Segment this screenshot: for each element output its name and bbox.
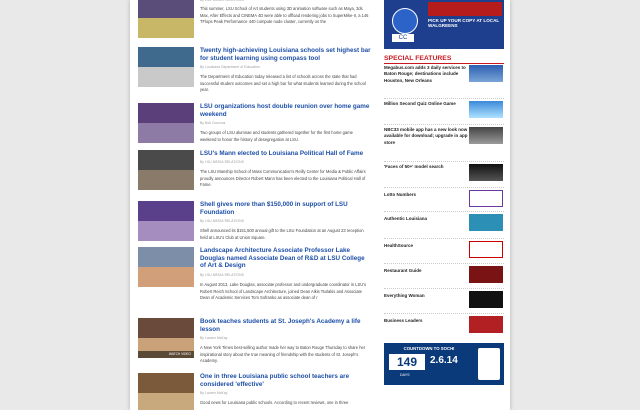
divider (384, 187, 504, 188)
article-thumbnail[interactable] (138, 150, 194, 190)
article-thumbnail[interactable]: WATCH VIDEO (138, 318, 194, 358)
lottery-logo-icon[interactable] (469, 190, 503, 207)
article-summary: The Department of Education today releas… (200, 74, 366, 93)
days-label: DAYS (400, 373, 410, 377)
countdown-date: 2.6.14 (430, 355, 458, 366)
article-byline: By Lauren McKay (200, 336, 228, 340)
special-feature-label[interactable]: 'Faces of 50+' model search (384, 164, 468, 170)
faces-thumbnail-icon[interactable] (469, 164, 503, 181)
quiz-thumbnail-icon[interactable] (469, 101, 503, 118)
ad-text: PICK UP YOUR COPY AT LOCAL WALGREENS (428, 18, 500, 29)
article-thumbnail[interactable] (138, 373, 194, 410)
countdown-title: COUNTDOWN TO SOCHI (403, 346, 455, 351)
special-feature-label[interactable]: Business Leaders (384, 318, 468, 324)
special-feature-label[interactable]: Everything Woman (384, 293, 468, 299)
megabus-thumbnail-icon[interactable] (469, 65, 503, 82)
article-byline: By LSU MEDIA RELATIONS (200, 219, 244, 223)
publication-logo (428, 2, 502, 16)
days-number: 149 (389, 354, 425, 370)
article-summary: Shell announced its $151,500 annual gift… (200, 228, 364, 240)
page: By LSU MEDIA RELATIONS This summer, LSU … (130, 0, 510, 410)
highway-sign-icon: CC (392, 34, 414, 42)
watch-video-label[interactable]: WATCH VIDEO (138, 351, 194, 358)
authentic-louisiana-logo-icon[interactable] (469, 214, 503, 231)
article-byline: By Bob Doorous (200, 121, 226, 125)
article-summary: Good news for Louisiana public schools. … (200, 400, 349, 405)
w-logo-icon[interactable] (469, 291, 503, 308)
divider (384, 313, 504, 314)
article-thumbnail[interactable] (138, 201, 194, 241)
article-byline: By LSU MEDIA RELATIONS (200, 0, 244, 2)
award-badge-icon (392, 8, 418, 34)
article-title[interactable]: Twenty high-achieving Louisiana schools … (200, 47, 372, 62)
article-summary: The LSU Manship School of Mass Communica… (200, 169, 366, 188)
special-feature-label[interactable]: Million Second Quiz Online Game (384, 101, 468, 107)
business-leaders-logo-icon[interactable] (469, 316, 503, 333)
article-summary: Two groups of LSU alumnae and students g… (200, 130, 353, 142)
special-feature-label[interactable]: Restaurant Guide (384, 268, 468, 274)
divider (384, 98, 504, 99)
menu-logo-icon[interactable] (469, 266, 503, 283)
article-title[interactable]: LSU organizations host double reunion ov… (200, 103, 372, 118)
divider (384, 211, 504, 212)
article-summary: A New York Times best-selling author mad… (200, 345, 366, 364)
article-title[interactable]: Landscape Architecture Associate Profess… (200, 247, 372, 270)
walgreens-ad[interactable]: CC PICK UP YOUR COPY AT LOCAL WALGREENS (384, 0, 504, 49)
article-thumbnail[interactable] (138, 247, 194, 287)
special-features-header: SPECIAL FEATURES (384, 55, 504, 64)
special-feature-label[interactable]: HealthSource (384, 243, 468, 249)
special-feature-label[interactable]: NBC33 mobile app has a new look now avai… (384, 127, 468, 146)
article-title[interactable]: Book teaches students at St. Joseph's Ac… (200, 318, 372, 333)
sochi-logo-icon (478, 348, 500, 380)
article-summary: This summer, LSU School of Art students … (200, 6, 369, 25)
healthsource-logo-icon[interactable] (469, 241, 503, 258)
sochi-countdown-ad[interactable]: COUNTDOWN TO SOCHI 149 2.6.14 DAYS (384, 343, 504, 385)
article-thumbnail[interactable] (138, 103, 194, 143)
article-byline: By Louisiana Department of Education (200, 65, 260, 69)
article-title[interactable]: One in three Louisiana public school tea… (200, 373, 372, 388)
special-feature-label[interactable]: Megabus.com adds 3 daily services to Bat… (384, 65, 468, 84)
divider (384, 161, 504, 162)
divider (384, 288, 504, 289)
article-title[interactable]: LSU's Mann elected to Louisiana Politica… (200, 150, 372, 158)
article-title[interactable]: Shell gives more than $150,000 in suppor… (200, 201, 372, 216)
article-thumbnail[interactable] (138, 0, 194, 38)
divider (384, 263, 504, 264)
special-feature-label[interactable]: Lotto Numbers (384, 192, 468, 198)
divider (384, 238, 504, 239)
app-thumbnail-icon[interactable] (469, 127, 503, 144)
article-thumbnail[interactable] (138, 47, 194, 87)
article-byline: By LSU MEDIA RELATIONS (200, 160, 244, 164)
divider (384, 124, 504, 125)
special-feature-label[interactable]: Authentic Louisiana (384, 216, 468, 222)
article-byline: By LSU MEDIA RELATIONS (200, 273, 244, 277)
article-summary: In August 2013, Lake Douglas, associate … (200, 282, 367, 301)
article-byline: By Lauren McKay (200, 391, 228, 395)
